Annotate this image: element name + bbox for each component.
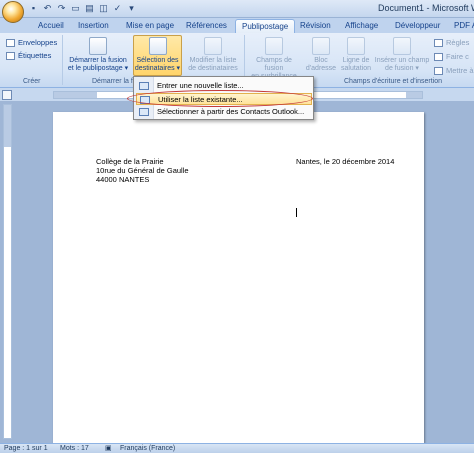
insert-field-icon [393, 37, 411, 55]
ruler-margin-right [406, 92, 422, 98]
outlook-contacts-icon [139, 108, 149, 116]
tab-revision[interactable]: Révision [300, 19, 331, 33]
tab-accueil[interactable]: Accueil [38, 19, 64, 33]
status-bar: Page : 1 sur 1 Mots : 17 ▣ Français (Fra… [0, 443, 474, 453]
update-labels-icon [434, 66, 443, 75]
tab-publipostage[interactable]: Publipostage [235, 19, 296, 33]
labels-button[interactable]: Étiquettes [6, 51, 51, 60]
address-block-button[interactable]: Bloc d'adresse [304, 37, 338, 73]
tab-developpeur[interactable]: Développeur [395, 19, 440, 33]
page-count[interactable]: Page : 1 sur 1 [4, 444, 48, 453]
sender-address: Collège de la Prairie 10rue du Général d… [96, 157, 189, 184]
annotation-ellipse [127, 90, 313, 107]
redo-icon[interactable]: ↷ [56, 3, 67, 14]
spell-check-icon[interactable]: ▣ [105, 444, 112, 453]
match-fields-button[interactable]: Faire c [434, 52, 469, 61]
address-line: Collège de la Prairie [96, 157, 164, 166]
highlight-fields-icon [265, 37, 283, 55]
group-label-start: Démarrer la f [92, 78, 133, 85]
edit-recipients-button[interactable]: Modifier la liste de destinataires [184, 37, 242, 73]
title-bar: ▪ ↶ ↷ ▭ ▤ ◫ ✓ ▾ Document1 - Microsoft Wo… [0, 0, 474, 23]
greeting-line-icon [347, 37, 365, 55]
window-title: Document1 - Microsoft Wor [378, 3, 474, 13]
ribbon-tabs: Accueil Insertion Mise en page Référence… [0, 18, 474, 33]
rules-icon [434, 38, 443, 47]
match-fields-icon [434, 52, 443, 61]
highlight-fields-button[interactable]: Champs de fusion en surbrillance [246, 37, 302, 81]
envelope-icon [6, 38, 15, 47]
word-count[interactable]: Mots : 17 [60, 444, 89, 453]
group-separator [62, 35, 63, 85]
tab-affichage[interactable]: Affichage [345, 19, 378, 33]
tab-references[interactable]: Références [186, 19, 227, 33]
dropdown-icon[interactable]: ▾ [126, 3, 137, 14]
vertical-ruler[interactable] [3, 104, 12, 439]
update-labels-button[interactable]: Mettre à [434, 66, 474, 75]
edit-list-icon [204, 37, 222, 55]
address-line: 44000 NANTES [96, 175, 150, 184]
date-line: Nantes, le 20 décembre 2014 [296, 157, 395, 166]
select-recipients-button[interactable]: Sélection des destinataires ▾ [133, 37, 182, 73]
open-icon[interactable]: ▭ [70, 3, 81, 14]
office-button[interactable] [2, 1, 24, 23]
envelopes-button[interactable]: Enveloppes [6, 38, 57, 47]
start-merge-icon [89, 37, 107, 55]
menu-item-outlook-contacts[interactable]: Sélectionner à partir des Contacts Outlo… [136, 106, 312, 118]
tab-insertion[interactable]: Insertion [78, 19, 109, 33]
rules-button[interactable]: Règles [434, 38, 469, 47]
spelling-icon[interactable]: ✓ [112, 3, 123, 14]
recipients-icon [148, 37, 167, 55]
greeting-line-button[interactable]: Ligne de salutation [338, 37, 374, 73]
tab-mise-en-page[interactable]: Mise en page [126, 19, 174, 33]
labels-icon [6, 51, 15, 60]
save-icon[interactable]: ▪ [28, 3, 39, 14]
insert-merge-field-button[interactable]: Insérer un champ de fusion ▾ [374, 37, 430, 73]
tab-pdf[interactable]: PDF A [454, 19, 474, 33]
preview-icon[interactable]: ◫ [98, 3, 109, 14]
quick-access-toolbar: ▪ ↶ ↷ ▭ ▤ ◫ ✓ ▾ [28, 3, 137, 14]
tab-selector-button[interactable] [2, 90, 12, 100]
new-list-icon [139, 82, 149, 90]
print-icon[interactable]: ▤ [84, 3, 95, 14]
group-label-create: Créer [23, 78, 41, 85]
undo-icon[interactable]: ↶ [42, 3, 53, 14]
document-page[interactable]: Collège de la Prairie 10rue du Général d… [53, 112, 424, 443]
language-status[interactable]: Français (France) [120, 444, 175, 453]
address-line: 10rue du Général de Gaulle [96, 166, 189, 175]
text-cursor [296, 208, 297, 217]
ruler-margin-top [4, 105, 11, 147]
ruler-margin-left [54, 92, 97, 98]
address-block-icon [312, 37, 330, 55]
start-merge-button[interactable]: Démarrer la fusion et le publipostage ▾ [64, 37, 132, 73]
group-label-write: Champs d'écriture et d'insertion [344, 78, 442, 85]
